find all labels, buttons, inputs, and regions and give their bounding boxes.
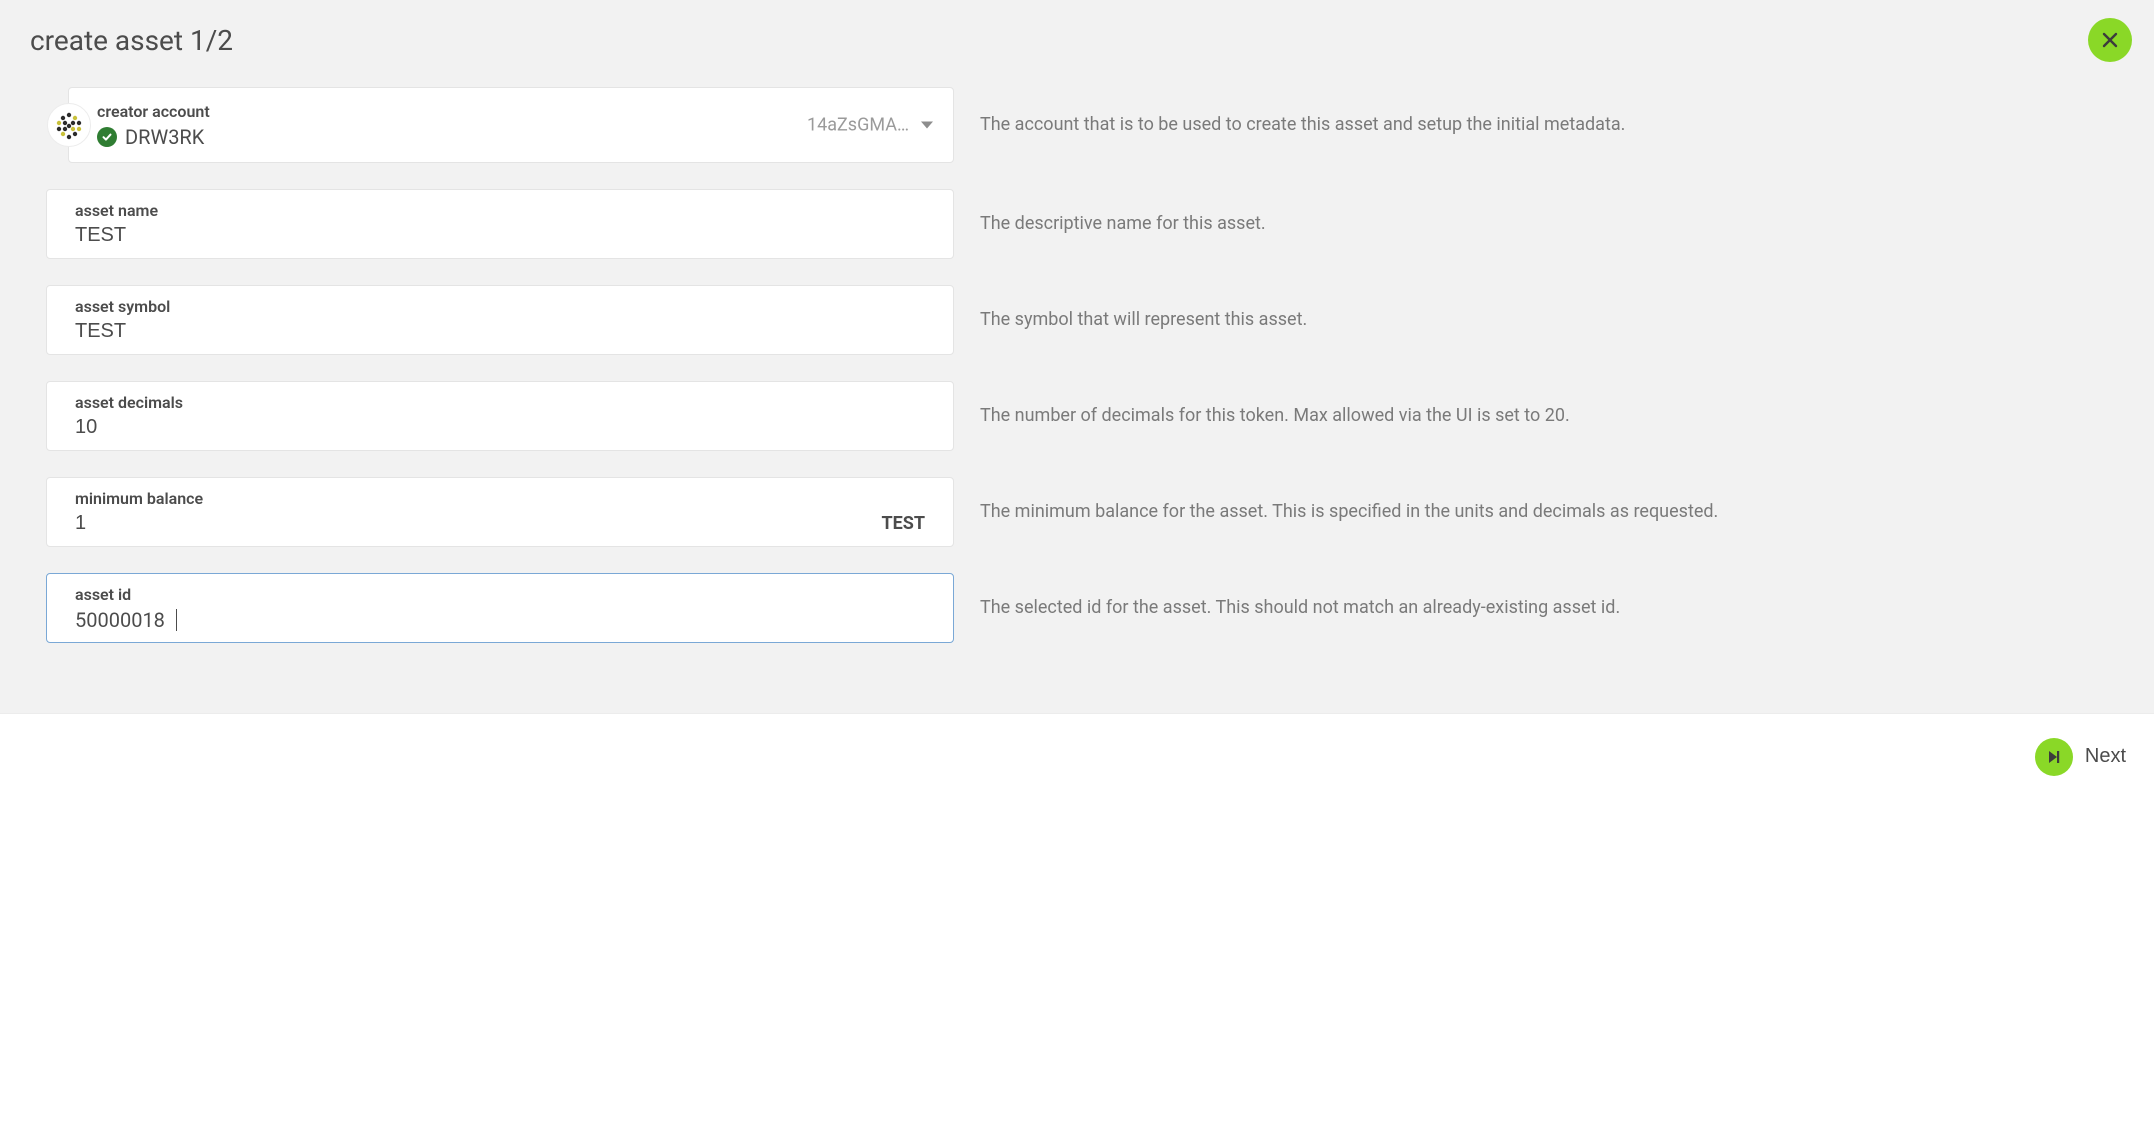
- creator-account-label: creator account: [97, 102, 925, 121]
- asset-decimals-label: asset decimals: [75, 393, 925, 412]
- close-button[interactable]: [2088, 18, 2132, 62]
- creator-account-field[interactable]: creator account DRW3RK 14aZsGMA…: [68, 87, 954, 163]
- chevron-down-icon: [921, 122, 933, 129]
- asset-name-description: The descriptive name for this asset.: [980, 189, 2114, 259]
- creator-account-name: DRW3RK: [125, 125, 204, 149]
- identicon-icon: [54, 110, 84, 140]
- next-icon: [2035, 738, 2073, 776]
- page-title: create asset 1/2: [0, 0, 2154, 57]
- asset-name-field[interactable]: asset name: [46, 189, 954, 259]
- asset-id-field[interactable]: asset id 50000018: [46, 573, 954, 643]
- account-dropdown[interactable]: 14aZsGMA…: [807, 115, 933, 136]
- minimum-balance-suffix: TEST: [881, 513, 925, 534]
- asset-decimals-field[interactable]: asset decimals: [46, 381, 954, 451]
- next-button-label: Next: [2085, 745, 2126, 768]
- close-icon: [2102, 32, 2118, 48]
- asset-id-input[interactable]: 50000018: [75, 608, 165, 632]
- asset-id-label: asset id: [75, 585, 925, 604]
- asset-id-description: The selected id for the asset. This shou…: [980, 573, 2114, 643]
- asset-symbol-label: asset symbol: [75, 297, 925, 316]
- minimum-balance-input[interactable]: [75, 512, 871, 535]
- avatar: [47, 103, 91, 147]
- next-button[interactable]: Next: [2035, 738, 2126, 776]
- asset-name-label: asset name: [75, 201, 925, 220]
- text-caret: [176, 609, 177, 631]
- asset-symbol-description: The symbol that will represent this asse…: [980, 285, 2114, 355]
- asset-decimals-input[interactable]: [75, 416, 925, 439]
- asset-symbol-field[interactable]: asset symbol: [46, 285, 954, 355]
- asset-name-input[interactable]: [75, 224, 925, 247]
- asset-symbol-input[interactable]: [75, 320, 925, 343]
- verified-check-icon: [97, 127, 117, 147]
- minimum-balance-description: The minimum balance for the asset. This …: [980, 477, 2114, 547]
- minimum-balance-field[interactable]: minimum balance TEST: [46, 477, 954, 547]
- asset-decimals-description: The number of decimals for this token. M…: [980, 381, 2114, 451]
- account-address-short: 14aZsGMA…: [807, 115, 909, 136]
- creator-account-description: The account that is to be used to create…: [980, 87, 2114, 163]
- minimum-balance-label: minimum balance: [75, 489, 925, 508]
